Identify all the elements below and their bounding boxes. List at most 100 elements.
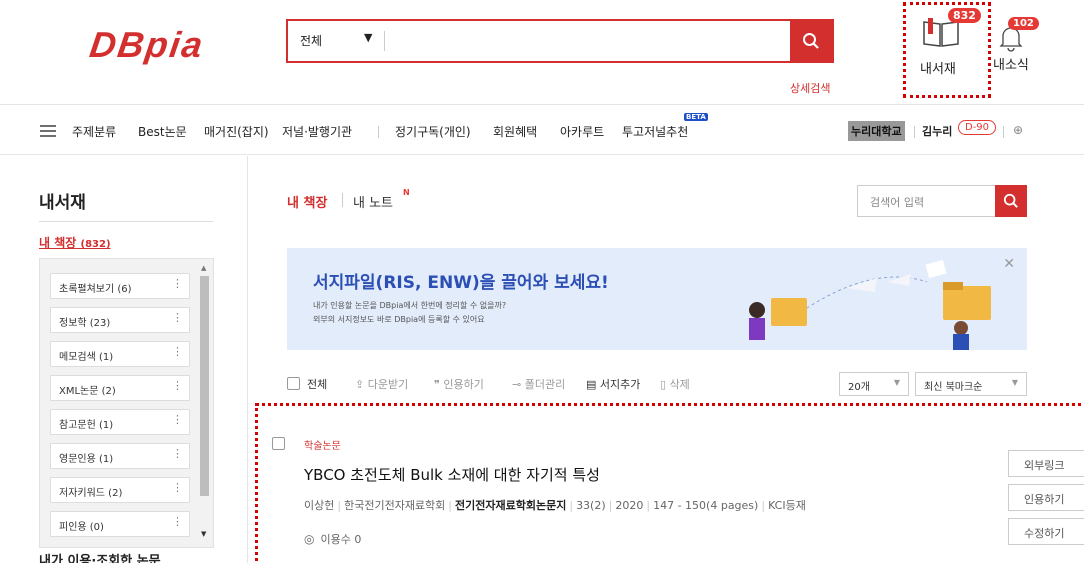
folder-item[interactable]: 영문인용 (1) ⋮ <box>50 443 190 469</box>
list-toolbar: 전체 ⇪ 다운받기 ❞ 인용하기 ⊸ 폴더관리 ▤ 서지추가 ▯ 삭제 20개 ▼… <box>287 372 1027 396</box>
nav-item-journal-recommend[interactable]: 투고저널추천 <box>622 123 688 140</box>
folder-item[interactable]: 초록펼쳐보기 (6) ⋮ <box>50 273 190 299</box>
folder-item[interactable]: 정보학 (23) ⋮ <box>50 307 190 333</box>
select-all-label[interactable]: 전체 <box>307 376 327 392</box>
mylib-label[interactable]: 내서재 <box>920 58 956 77</box>
nav-item-subscription[interactable]: 정기구독(개인) <box>395 123 471 140</box>
nav-item-magazine[interactable]: 매거진(잡지) <box>204 123 269 140</box>
download-icon: ⇪ <box>355 378 365 391</box>
folder-list: 초록펼쳐보기 (6) ⋮ 정보학 (23) ⋮ 메모검색 (1) ⋮ XML논문 (2… <box>39 258 214 548</box>
main-nav: 주제분류 Best논문 매거진(잡지) 저널·발행기관 정기구독(개인) 회원혜… <box>0 105 1084 155</box>
more-options-icon[interactable]: ⋮ <box>172 345 183 358</box>
delete-button[interactable]: ▯ 삭제 <box>660 376 690 392</box>
caret-down-icon: ▼ <box>1011 378 1018 387</box>
library-search: 검색어 입력 <box>857 185 1027 217</box>
result-volume: 33(2) <box>576 499 606 512</box>
folder-item[interactable]: 피인용 (0) ⋮ <box>50 511 190 537</box>
nav-item-acaroute[interactable]: 아카루트 <box>560 123 604 140</box>
quote-icon: ❞ <box>434 378 440 391</box>
result-checkbox[interactable] <box>272 437 285 450</box>
nav-item-journal[interactable]: 저널·발행기관 <box>282 123 352 140</box>
header: DBpia 전체 ▼ 상세검색 832 내서재 102 내소식 <box>0 0 1084 105</box>
library-search-button[interactable] <box>995 185 1027 217</box>
eye-icon: ◎ <box>304 532 315 546</box>
edit-result-button[interactable]: 수정하기 <box>1008 518 1084 545</box>
more-options-icon[interactable]: ⋮ <box>172 277 183 290</box>
advanced-search-link[interactable]: 상세검색 <box>790 80 830 96</box>
more-options-icon[interactable]: ⋮ <box>172 481 183 494</box>
caret-down-icon[interactable]: ▼ <box>364 31 372 44</box>
more-options-icon[interactable]: ⋮ <box>172 515 183 528</box>
library-search-input[interactable]: 검색어 입력 <box>870 194 924 210</box>
tab-mybook[interactable]: 내 책장 <box>287 192 327 211</box>
result-journal[interactable]: 전기전자재료학회논문지 <box>455 499 566 512</box>
banner-subtitle: 외부의 서지정보도 바로 DBpia에 등록할 수 있어요 <box>313 315 485 324</box>
result-pages: 147 - 150(4 pages) <box>653 499 759 512</box>
scroll-down-icon[interactable]: ▼ <box>201 530 206 538</box>
folder-item[interactable]: XML논문 (2) ⋮ <box>50 375 190 401</box>
sort-select[interactable]: 최신 북마크순 ▼ <box>915 372 1027 396</box>
search-scope-select[interactable]: 전체 <box>300 32 322 49</box>
banner-subtitle: 내가 인용할 논문을 DBpia에서 한번에 정리할 수 없을까? <box>313 301 507 310</box>
sidebar-title: 내서재 <box>39 193 86 213</box>
divider <box>342 193 343 207</box>
notif-label[interactable]: 내소식 <box>993 54 1029 73</box>
nav-item-benefits[interactable]: 회원혜택 <box>493 123 537 140</box>
user-name[interactable]: 김누리 <box>922 123 952 139</box>
folder-item[interactable]: 참고문헌 (1) ⋮ <box>50 409 190 435</box>
cite-result-button[interactable]: 인용하기 <box>1008 484 1084 511</box>
result-meta: 이상헌 | 한국전기전자재료학회 | 전기전자재료학회논문지 | 33(2) | 2020 | 14… <box>304 499 806 512</box>
result-title[interactable]: YBCO 초전도체 Bulk 소재에 대한 자기적 특성 <box>304 464 600 485</box>
search-icon <box>803 33 819 49</box>
folder-item[interactable]: 메모검색 (1) ⋮ <box>50 341 190 367</box>
divider <box>384 31 385 51</box>
result-views: ◎ 이용수 0 <box>304 532 362 546</box>
more-options-icon[interactable]: ⋮ <box>172 311 183 324</box>
nav-item-subject[interactable]: 주제분류 <box>72 123 116 140</box>
result-index: KCI등재 <box>768 499 806 512</box>
result-year: 2020 <box>615 499 644 512</box>
more-options-icon[interactable]: ⋮ <box>172 447 183 460</box>
folder-item[interactable]: 저자키워드 (2) ⋮ <box>50 477 190 503</box>
banner-illustration <box>749 259 991 350</box>
beta-badge: BETA <box>684 113 708 121</box>
per-page-select[interactable]: 20개 ▼ <box>839 372 909 396</box>
search-icon <box>1003 193 1018 208</box>
banner-title: 서지파일(RIS, ENW)을 끌어와 보세요! <box>313 273 609 293</box>
add-reference-button[interactable]: ▤ 서지추가 <box>586 376 640 392</box>
scroll-up-icon[interactable]: ▲ <box>201 264 206 272</box>
nav-item-best[interactable]: Best논문 <box>138 123 187 140</box>
hamburger-menu-icon[interactable] <box>40 125 56 137</box>
nav-divider <box>914 126 915 138</box>
external-link-button[interactable]: 외부링크 <box>1008 450 1084 477</box>
result-author[interactable]: 이상헌 <box>304 499 334 512</box>
select-all-checkbox[interactable] <box>287 377 300 390</box>
university-badge[interactable]: 누리대학교 <box>848 121 905 141</box>
divider <box>39 221 213 222</box>
search-button[interactable] <box>790 21 832 61</box>
cite-button[interactable]: ❞ 인용하기 <box>434 376 484 392</box>
document-icon: ▤ <box>586 378 597 391</box>
trash-icon: ▯ <box>660 378 667 391</box>
download-button[interactable]: ⇪ 다운받기 <box>355 376 408 392</box>
folder-scrollbar[interactable]: ▲ ▼ <box>200 264 209 554</box>
mylib-count-badge: 832 <box>948 8 981 23</box>
result-publisher[interactable]: 한국전기전자재료학회 <box>344 499 445 512</box>
scroll-thumb[interactable] <box>200 276 209 496</box>
sidebar-recent-heading[interactable]: 내가 이용·조회한 논문 <box>39 550 161 563</box>
folder-manage-button[interactable]: ⊸ 폴더관리 <box>512 376 565 392</box>
promo-banner[interactable]: 서지파일(RIS, ENW)을 끌어와 보세요! 내가 인용할 논문을 DBpi… <box>287 248 1027 350</box>
dday-badge: D-90 <box>958 120 997 135</box>
caret-down-icon: ▼ <box>893 378 900 387</box>
more-options-icon[interactable]: ⋮ <box>172 379 183 392</box>
sidebar-mybook-link[interactable]: 내 책장 (832) <box>39 234 111 251</box>
globe-icon[interactable]: ⊕ <box>1013 123 1023 137</box>
dbpia-logo[interactable]: DBpia <box>87 24 207 66</box>
nav-divider <box>378 126 379 138</box>
tab-note[interactable]: 내 노트 <box>353 192 393 211</box>
search-bar: 전체 ▼ <box>286 19 834 63</box>
sidebar: 내서재 내 책장 (832) 초록펼쳐보기 (6) ⋮ 정보학 (23) ⋮ 메모검… <box>0 156 248 563</box>
more-options-icon[interactable]: ⋮ <box>172 413 183 426</box>
folder-icon: ⊸ <box>512 378 522 391</box>
close-icon[interactable]: ✕ <box>1003 256 1015 272</box>
